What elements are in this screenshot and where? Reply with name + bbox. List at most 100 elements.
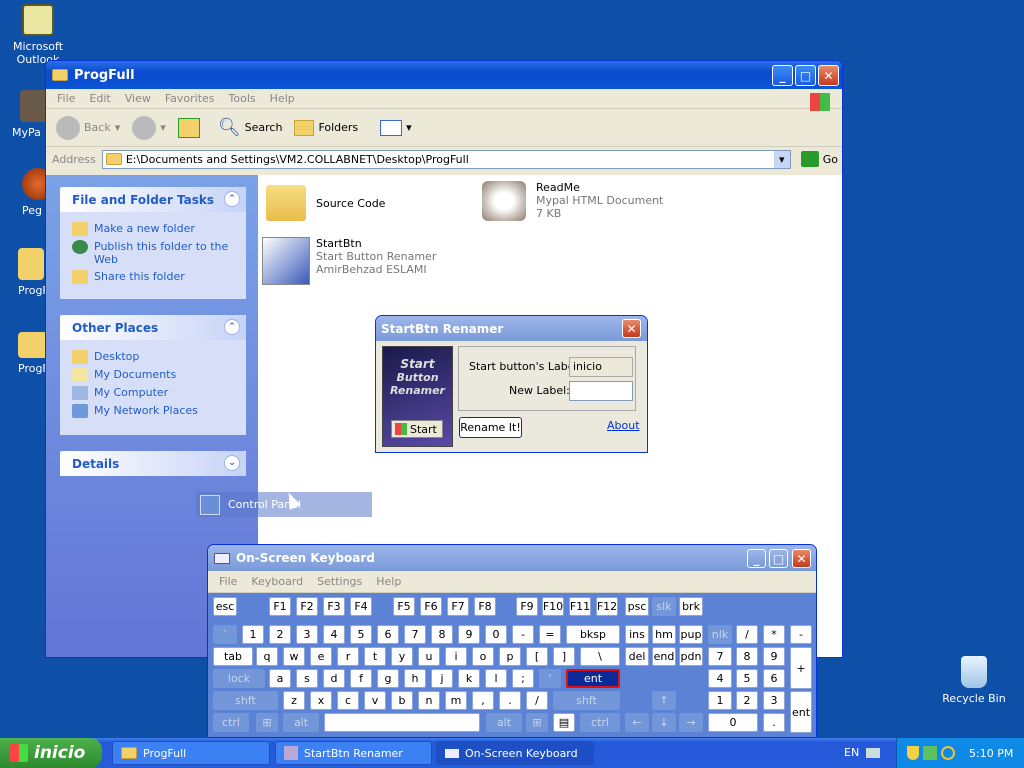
key-g[interactable]: g: [377, 669, 399, 688]
key-`[interactable]: `: [213, 625, 237, 644]
go-button[interactable]: Go: [797, 148, 842, 170]
menu-settings[interactable]: Settings: [310, 575, 369, 588]
start-button[interactable]: inicio: [0, 738, 102, 768]
key-.[interactable]: .: [763, 713, 785, 732]
key-5[interactable]: 5: [350, 625, 372, 644]
key-.[interactable]: .: [499, 691, 521, 710]
key-shft[interactable]: shft: [213, 691, 278, 710]
key-y[interactable]: y: [391, 647, 413, 666]
close-button[interactable]: ✕: [818, 65, 839, 86]
menu-help[interactable]: Help: [369, 575, 408, 588]
key-'[interactable]: ': [539, 669, 561, 688]
key-n[interactable]: n: [418, 691, 440, 710]
collapse-chevron-icon[interactable]: ⌃: [224, 319, 240, 335]
key-⊞[interactable]: ⊞: [526, 713, 548, 732]
key-F3[interactable]: F3: [323, 597, 345, 616]
key-7[interactable]: 7: [404, 625, 426, 644]
key-ctrl[interactable]: ctrl: [213, 713, 249, 732]
key-▤[interactable]: ▤: [553, 713, 575, 732]
key-F6[interactable]: F6: [420, 597, 442, 616]
panel-header[interactable]: Other Places ⌃: [60, 315, 246, 340]
key-F5[interactable]: F5: [393, 597, 415, 616]
views-button[interactable]: ▾: [376, 117, 416, 139]
key-tab[interactable]: tab: [213, 647, 253, 666]
key-e[interactable]: e: [310, 647, 332, 666]
key-↓[interactable]: ↓: [652, 713, 676, 732]
key-numpad-ent[interactable]: ent: [790, 691, 812, 733]
key-nlk[interactable]: nlk: [708, 625, 732, 644]
key-l[interactable]: l: [485, 669, 507, 688]
language-indicator[interactable]: EN: [844, 746, 859, 759]
key-hm[interactable]: hm: [652, 625, 676, 644]
key-q[interactable]: q: [256, 647, 278, 666]
network-icon[interactable]: [923, 746, 937, 760]
key-v[interactable]: v: [364, 691, 386, 710]
key-*[interactable]: *: [763, 625, 785, 644]
key-h[interactable]: h: [404, 669, 426, 688]
collapse-chevron-icon[interactable]: ⌃: [224, 191, 240, 207]
key-0[interactable]: 0: [485, 625, 507, 644]
key-o[interactable]: o: [472, 647, 494, 666]
key-f[interactable]: f: [350, 669, 372, 688]
key-2[interactable]: 2: [736, 691, 758, 710]
key-7[interactable]: 7: [708, 647, 732, 666]
key-;[interactable]: ;: [512, 669, 534, 688]
menu-edit[interactable]: Edit: [82, 92, 117, 105]
file-item-source-code[interactable]: Source Code: [266, 185, 385, 221]
key-1[interactable]: 1: [708, 691, 732, 710]
task-publish-web[interactable]: Publish this folder to the Web: [60, 238, 246, 268]
place-my-network-places[interactable]: My Network Places: [60, 402, 246, 420]
osk-titlebar[interactable]: On-Screen Keyboard: [208, 545, 816, 571]
security-shield-icon[interactable]: [907, 746, 919, 760]
key-F4[interactable]: F4: [350, 597, 372, 616]
close-button[interactable]: ✕: [792, 549, 811, 568]
key-ctrl[interactable]: ctrl: [580, 713, 620, 732]
chevron-down-icon[interactable]: ▾: [773, 150, 790, 168]
taskbar-button-startbtn-renamer[interactable]: StartBtn Renamer: [275, 741, 432, 765]
address-input[interactable]: E:\Documents and Settings\VM2.COLLABNET\…: [101, 149, 791, 169]
key-F9[interactable]: F9: [516, 597, 538, 616]
key-F2[interactable]: F2: [296, 597, 318, 616]
explorer-titlebar[interactable]: ProgFull: [46, 61, 842, 89]
key-pup[interactable]: pup: [679, 625, 703, 644]
close-button[interactable]: ✕: [622, 319, 641, 338]
key-u[interactable]: u: [418, 647, 440, 666]
file-item-readme[interactable]: ReadMe Mypal HTML Document 7 KB: [482, 181, 663, 221]
key-pdn[interactable]: pdn: [679, 647, 703, 666]
key-psc[interactable]: psc: [625, 597, 649, 616]
folders-button[interactable]: Folders: [290, 117, 362, 139]
up-button[interactable]: [174, 115, 204, 141]
about-link[interactable]: About: [607, 419, 640, 432]
key-/[interactable]: /: [736, 625, 758, 644]
key-,[interactable]: ,: [472, 691, 494, 710]
key-F1[interactable]: F1: [269, 597, 291, 616]
key-x[interactable]: x: [310, 691, 332, 710]
key-5[interactable]: 5: [736, 669, 758, 688]
key-6[interactable]: 6: [763, 669, 785, 688]
key-a[interactable]: a: [269, 669, 291, 688]
key-\[interactable]: \: [580, 647, 620, 666]
key-↑[interactable]: ↑: [652, 691, 676, 710]
taskbar-button-on-screen-keyboard[interactable]: On-Screen Keyboard: [436, 741, 594, 765]
key-F12[interactable]: F12: [596, 597, 618, 616]
key-b[interactable]: b: [391, 691, 413, 710]
key-1[interactable]: 1: [242, 625, 264, 644]
minimize-button[interactable]: _: [772, 65, 793, 86]
menu-file[interactable]: File: [212, 575, 244, 588]
key-w[interactable]: w: [283, 647, 305, 666]
key-shft[interactable]: shft: [553, 691, 620, 710]
key-alt[interactable]: alt: [283, 713, 319, 732]
keyboard-layout-icon[interactable]: [866, 748, 880, 758]
key-del[interactable]: del: [625, 647, 649, 666]
rename-it-button[interactable]: Rename It!: [459, 417, 522, 438]
key-F11[interactable]: F11: [569, 597, 591, 616]
place-desktop[interactable]: Desktop: [60, 348, 246, 366]
place-my-documents[interactable]: My Documents: [60, 366, 246, 384]
key-end[interactable]: end: [652, 647, 676, 666]
key-p[interactable]: p: [499, 647, 521, 666]
maximize-button[interactable]: □: [795, 65, 816, 86]
key-r[interactable]: r: [337, 647, 359, 666]
key-3[interactable]: 3: [296, 625, 318, 644]
key-4[interactable]: 4: [323, 625, 345, 644]
key-←[interactable]: ←: [625, 713, 649, 732]
